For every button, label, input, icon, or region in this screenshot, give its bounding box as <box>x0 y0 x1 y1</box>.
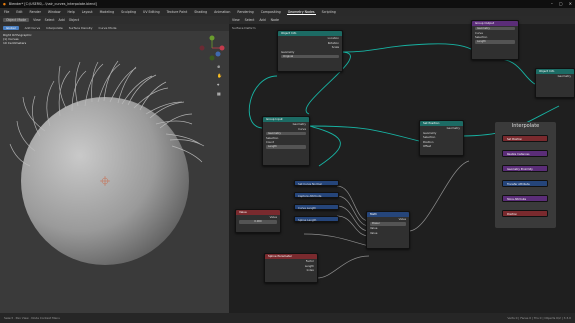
tab-compositing[interactable]: Compositing <box>260 10 282 14</box>
node-group-input[interactable]: Group Input Geometry Curve Geometry Sele… <box>262 116 310 166</box>
window-titlebar: ● Blender* [C:\USERS\...\hair_curves_int… <box>0 0 575 8</box>
socket-value-out[interactable]: Value <box>367 217 409 222</box>
value-field[interactable]: 0.000 <box>239 220 277 224</box>
socket-value-b[interactable]: Value <box>367 231 409 236</box>
node-title: Group Output <box>472 21 518 26</box>
node-object-info[interactable]: Object Info Location Rotation Scale Geom… <box>277 30 343 72</box>
menu-file[interactable]: File <box>3 10 10 14</box>
field-dropdown[interactable]: Geometry <box>475 26 515 31</box>
tab-texture-paint[interactable]: Texture Paint <box>166 10 189 14</box>
node-set-position[interactable]: Set Position Geometry Geometry Selection… <box>419 120 464 156</box>
menu-help[interactable]: Help <box>66 10 75 14</box>
frame-interpolate[interactable]: Interpolate Set Position Realize Instanc… <box>495 122 556 228</box>
node-curve-length[interactable]: Curve Length <box>294 204 339 210</box>
node-spline-parameter[interactable]: Spline Parameter Factor Length Index <box>264 253 318 283</box>
socket-value[interactable]: Value <box>236 215 280 220</box>
window-title: Blender* [C:\USERS\...\hair_curves_inter… <box>8 2 97 6</box>
socket-geometry[interactable]: Geometry <box>278 50 342 55</box>
operation-dropdown[interactable]: Power <box>370 222 406 226</box>
tab-geometry-nodes[interactable]: Geometry Nodes <box>286 10 316 15</box>
node-spline-length[interactable]: Spline Length <box>294 216 339 222</box>
scene-stats: Verts 0 | Faces 0 | Tris 0 | Objects 0/2… <box>507 316 571 320</box>
socket-count[interactable]: Count <box>263 140 309 145</box>
node-group-output[interactable]: Group Output Geometry Curve Selection Le… <box>471 20 519 60</box>
node-capture-attribute[interactable]: Capture Attribute <box>294 192 339 198</box>
interp-item-set-position[interactable]: Set Position <box>502 135 548 142</box>
node-surface-object[interactable]: Object Info Geometry <box>535 68 575 98</box>
maximize-icon[interactable]: ▢ <box>559 1 563 6</box>
frame-title: Interpolate <box>511 123 540 129</box>
original-toggle[interactable]: Original <box>281 54 339 59</box>
tab-uv-editing[interactable]: UV Editing <box>142 10 161 14</box>
tab-scripting[interactable]: Scripting <box>321 10 337 14</box>
interp-item-geometry-proximity[interactable]: Geometry Proximity <box>502 165 548 172</box>
geometry-node-editor[interactable]: View Select Add Node Surface Deform Obje… <box>229 16 575 313</box>
menu-render[interactable]: Render <box>29 10 42 14</box>
close-icon[interactable]: ✕ <box>569 1 572 6</box>
tab-animation[interactable]: Animation <box>213 10 231 14</box>
menu-edit[interactable]: Edit <box>15 10 23 14</box>
node-set-curve-normal[interactable]: Set Curve Normal <box>294 180 339 186</box>
interp-item-transfer-attribute[interactable]: Transfer Attribute <box>502 180 548 187</box>
field-length[interactable]: Length <box>266 145 306 149</box>
viewport-3d[interactable]: Object Mode View Select Add Object Globa… <box>0 16 229 313</box>
socket-offset[interactable]: Offset <box>420 144 463 149</box>
tab-modeling[interactable]: Modeling <box>99 10 116 14</box>
node-math[interactable]: Math Value Power Value Value <box>366 211 410 249</box>
node-value[interactable]: Value Value 0.000 <box>235 209 281 233</box>
status-hints: Select · Pan View · Node Context Menu <box>4 316 61 320</box>
minimize-icon[interactable]: – <box>551 1 553 6</box>
field-dropdown[interactable]: Geometry <box>266 131 306 136</box>
tab-rendering[interactable]: Rendering <box>236 10 254 14</box>
field-length[interactable]: Length <box>475 40 515 44</box>
interp-item-store-attribute[interactable]: Store Attribute <box>502 195 548 202</box>
top-menubar: File Edit Render Window Help Layout Mode… <box>0 8 575 16</box>
tab-sculpting[interactable]: Sculpting <box>120 10 137 14</box>
tab-layout[interactable]: Layout <box>81 10 94 14</box>
interp-item-position[interactable]: Position <box>502 210 548 217</box>
menu-window[interactable]: Window <box>47 10 62 14</box>
socket-curve[interactable]: Curve <box>263 127 309 132</box>
hair-sphere-render <box>9 60 205 265</box>
socket-selection[interactable]: Selection <box>472 35 518 40</box>
blender-logo-icon: ● <box>3 2 6 6</box>
interp-item-realize-instances[interactable]: Realize Instances <box>502 150 548 157</box>
tab-shading[interactable]: Shading <box>193 10 208 14</box>
socket-geometry[interactable]: Geometry <box>536 74 574 79</box>
socket-index[interactable]: Index <box>265 268 317 273</box>
status-bar: Select · Pan View · Node Context Menu Ve… <box>0 313 575 323</box>
